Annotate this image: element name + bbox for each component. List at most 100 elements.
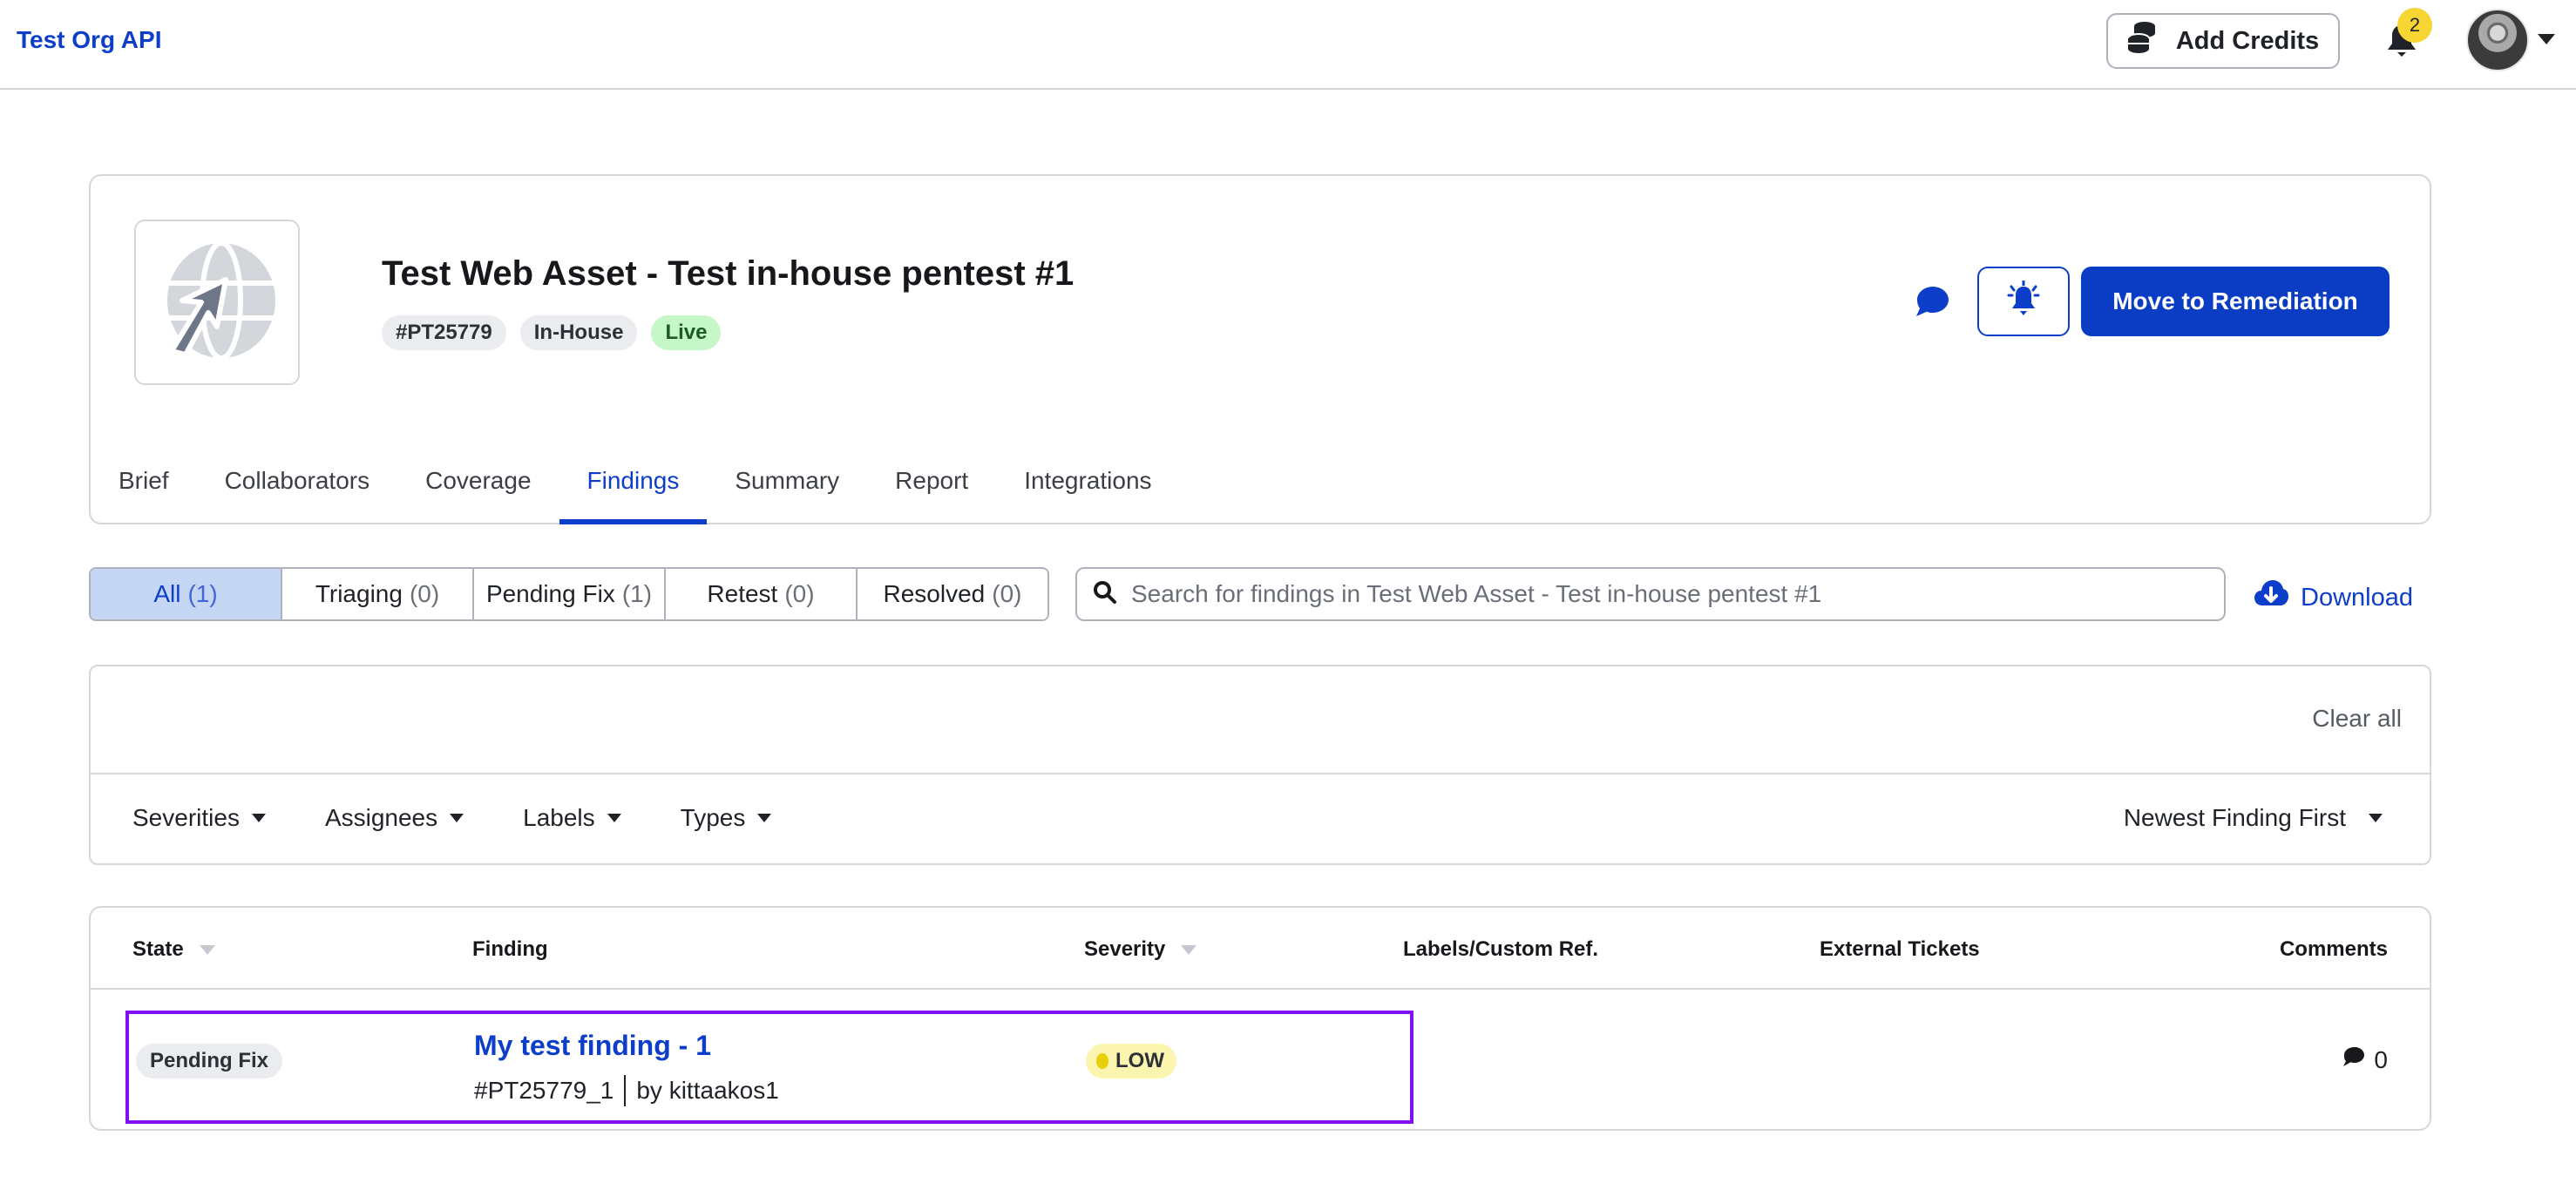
cloud-download-icon: [2254, 579, 2288, 616]
tab-report[interactable]: Report: [867, 437, 996, 524]
status-filter-count: (0): [992, 580, 1022, 607]
pentest-tabs: Brief Collaborators Coverage Findings Su…: [91, 437, 1180, 524]
add-credits-button[interactable]: Add Credits: [2106, 13, 2340, 69]
divider: [91, 988, 2430, 990]
org-name-link[interactable]: Test Org API: [17, 26, 161, 54]
severities-filter-dropdown[interactable]: Severities: [132, 804, 266, 832]
status-filter-group: All (1) Triaging (0) Pending Fix (1) Ret…: [89, 567, 1049, 621]
alerts-button[interactable]: [1977, 267, 2070, 336]
column-header-state: State: [132, 937, 215, 962]
pentest-type-tag: In-House: [519, 315, 638, 350]
column-header-external-tickets: External Tickets: [1820, 937, 1980, 962]
notification-count-badge: 2: [2397, 8, 2432, 43]
column-header-label: Severity: [1084, 937, 1166, 961]
tab-findings[interactable]: Findings: [559, 437, 708, 524]
status-filter-label: Pending Fix: [485, 580, 615, 607]
column-header-severity: Severity: [1084, 937, 1197, 962]
user-avatar[interactable]: [2466, 9, 2529, 71]
status-filter-count: (0): [409, 580, 440, 607]
status-filter-label: Resolved: [883, 580, 986, 607]
pentest-status-tag: Live: [651, 315, 722, 350]
dropdown-label: Severities: [132, 804, 240, 831]
web-asset-globe-cursor-icon: [156, 240, 278, 366]
download-button[interactable]: Download: [2254, 579, 2413, 616]
column-header-label: Labels/Custom Ref.: [1403, 937, 1599, 961]
column-header-label: State: [132, 937, 184, 961]
status-filter-count: (1): [187, 580, 218, 607]
status-filter-count: (1): [621, 580, 653, 607]
dropdown-label: Labels: [523, 804, 595, 831]
column-header-label: Finding: [472, 937, 548, 961]
dropdown-label: Types: [680, 804, 746, 831]
page-title: Test Web Asset - Test in-house pentest #…: [382, 254, 1074, 293]
add-credits-label: Add Credits: [2175, 26, 2320, 55]
tab-collaborators[interactable]: Collaborators: [197, 437, 398, 524]
severity-badge: LOW: [1086, 1044, 1176, 1078]
status-filter-label: All: [153, 580, 181, 607]
assignees-filter-dropdown[interactable]: Assignees: [325, 804, 464, 832]
status-filter-triaging[interactable]: Triaging (0): [282, 569, 474, 619]
status-filter-label: Retest: [707, 580, 778, 607]
caret-down-icon: [2369, 814, 2383, 822]
finding-id: #PT25779_1: [474, 1077, 614, 1104]
finding-author: by kittaakos1: [636, 1077, 779, 1104]
state-badge: Pending Fix: [136, 1044, 283, 1078]
caret-down-icon: [757, 814, 772, 822]
severity-dot-icon: [1096, 1053, 1108, 1069]
tab-summary[interactable]: Summary: [707, 437, 867, 524]
sort-order-label: Newest Finding First: [2123, 804, 2346, 831]
status-filter-count: (0): [784, 580, 815, 607]
tab-coverage[interactable]: Coverage: [397, 437, 559, 524]
divider: [624, 1075, 627, 1106]
tab-integrations[interactable]: Integrations: [996, 437, 1179, 524]
comment-icon: [1912, 287, 1950, 322]
column-header-comments: Comments: [2280, 937, 2388, 962]
divider: [91, 773, 2430, 774]
labels-filter-dropdown[interactable]: Labels: [523, 804, 621, 832]
column-header-label: Comments: [2279, 937, 2388, 961]
column-header-finding: Finding: [472, 937, 548, 962]
asset-logo: [134, 220, 300, 385]
search-icon: [1093, 580, 1117, 609]
caret-down-icon: [450, 814, 464, 822]
tab-brief[interactable]: Brief: [91, 437, 197, 524]
clear-all-button[interactable]: Clear all: [2312, 705, 2402, 733]
status-filter-all[interactable]: All (1): [91, 569, 282, 619]
search-input[interactable]: [1131, 580, 2212, 608]
table-row[interactable]: Pending Fix My test finding - 1 #PT25779…: [125, 1011, 1413, 1124]
comments-count[interactable]: 0: [2341, 1045, 2388, 1074]
comment-icon: [2341, 1045, 2365, 1074]
move-to-remediation-button[interactable]: Move to Remediation: [2081, 267, 2390, 336]
types-filter-dropdown[interactable]: Types: [681, 804, 772, 832]
status-filter-retest[interactable]: Retest (0): [666, 569, 858, 619]
sort-caret-icon[interactable]: [1181, 944, 1197, 955]
filters-panel: Clear all Severities Assignees Labels Ty…: [89, 665, 2431, 865]
finding-title-link[interactable]: My test finding - 1: [474, 1030, 711, 1062]
sort-order-dropdown[interactable]: Newest Finding First: [2124, 804, 2383, 832]
status-filter-label: Triaging: [315, 580, 403, 607]
sort-caret-icon[interactable]: [199, 944, 215, 955]
findings-table: State Finding Severity Labels/Custom Ref…: [89, 906, 2431, 1131]
status-filter-resolved[interactable]: Resolved (0): [858, 569, 1047, 619]
column-header-label: External Tickets: [1820, 937, 1980, 961]
finding-meta: #PT25779_1 by kittaakos1: [474, 1075, 779, 1106]
dropdown-label: Assignees: [324, 804, 438, 831]
caret-down-icon: [251, 814, 266, 822]
caret-down-icon[interactable]: [2538, 34, 2555, 44]
pentest-id-tag: #PT25779: [382, 315, 506, 350]
alert-bell-icon: [2007, 280, 2040, 324]
pentest-header-card: Test Web Asset - Test in-house pentest #…: [89, 174, 2431, 524]
download-label: Download: [2301, 583, 2413, 612]
bell-icon: [2384, 25, 2419, 63]
findings-search: [1075, 567, 2226, 621]
chat-button[interactable]: [1912, 284, 1950, 319]
column-header-labels: Labels/Custom Ref.: [1403, 937, 1598, 962]
caret-down-icon: [607, 814, 621, 822]
severity-label: LOW: [1115, 1049, 1164, 1072]
top-navbar: Test Org API Add Credits 2: [0, 0, 2576, 90]
status-filter-pending-fix[interactable]: Pending Fix (1): [474, 569, 666, 619]
pentest-tags: #PT25779 In-House Live: [382, 315, 722, 350]
comments-count-value: 0: [2374, 1045, 2388, 1073]
coins-icon: [2126, 21, 2157, 61]
filter-dropdowns: Severities Assignees Labels Types: [132, 804, 772, 832]
